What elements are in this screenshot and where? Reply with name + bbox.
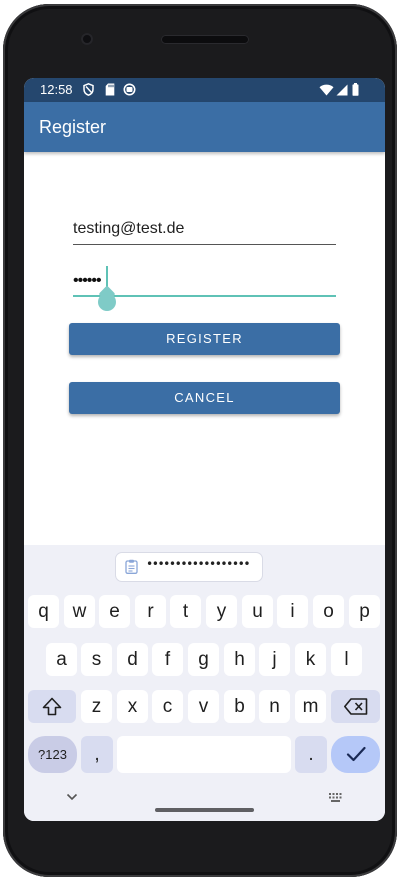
check-icon [346,746,366,762]
clipboard-icon [125,559,138,574]
hide-keyboard-icon[interactable] [66,793,78,801]
key-i[interactable]: i [277,595,308,628]
sync-icon [123,83,136,96]
key-j[interactable]: j [259,643,290,676]
key-e[interactable]: e [99,595,130,628]
space-key[interactable] [117,736,291,773]
key-g[interactable]: g [188,643,219,676]
front-camera [81,33,93,45]
key-p[interactable]: p [349,595,380,628]
app-title: Register [39,117,107,137]
phone-frame: 12:58 Register testing@test.de •••••• RE… [3,4,397,877]
key-v[interactable]: v [188,690,219,723]
signal-icon [336,84,348,96]
earpiece-speaker [161,35,249,44]
done-key[interactable] [331,736,380,773]
key-d[interactable]: d [117,643,148,676]
backspace-icon [343,698,367,715]
register-button[interactable]: REGISTER [69,323,340,355]
soft-keyboard: •••••••••••••••••• q w e r t y u i o p a… [24,545,385,821]
home-gesture-bar[interactable] [155,808,254,812]
wifi-icon [319,84,334,96]
key-y[interactable]: y [206,595,237,628]
key-s[interactable]: s [81,643,112,676]
shift-icon [42,697,62,716]
app-bar: Register [24,102,385,152]
key-r[interactable]: r [135,595,166,628]
password-field[interactable]: •••••• [73,266,336,311]
key-c[interactable]: c [152,690,183,723]
key-w[interactable]: w [64,595,95,628]
key-b[interactable]: b [224,690,255,723]
key-l[interactable]: l [331,643,362,676]
status-time: 12:58 [40,82,73,97]
key-m[interactable]: m [295,690,326,723]
key-a[interactable]: a [46,643,77,676]
keyboard-switch-icon[interactable] [328,792,344,803]
email-value: testing@test.de [73,220,185,237]
suggestion-text: •••••••••••••••••• [146,557,251,571]
key-o[interactable]: o [313,595,344,628]
key-t[interactable]: t [170,595,201,628]
key-h[interactable]: h [224,643,255,676]
clipboard-suggestion[interactable]: •••••••••••••••••• [115,552,263,582]
key-x[interactable]: x [117,690,148,723]
key-u[interactable]: u [242,595,273,628]
password-value: •••••• [73,272,102,289]
period-key[interactable]: . [295,736,327,773]
screen: 12:58 Register testing@test.de •••••• RE… [24,78,385,821]
key-q[interactable]: q [28,595,59,628]
symbols-key[interactable]: ?123 [28,736,77,773]
cancel-button[interactable]: CANCEL [69,382,340,414]
comma-key[interactable]: , [81,736,113,773]
sd-card-icon [105,83,115,96]
status-bar: 12:58 [24,78,385,102]
key-z[interactable]: z [81,690,112,723]
key-f[interactable]: f [152,643,183,676]
backspace-key[interactable] [331,690,380,723]
shield-icon [83,83,94,96]
shift-key[interactable] [28,690,76,723]
cursor-handle[interactable] [98,293,116,311]
key-n[interactable]: n [259,690,290,723]
email-field[interactable]: testing@test.de [73,218,336,245]
battery-icon [352,83,359,96]
key-k[interactable]: k [295,643,326,676]
